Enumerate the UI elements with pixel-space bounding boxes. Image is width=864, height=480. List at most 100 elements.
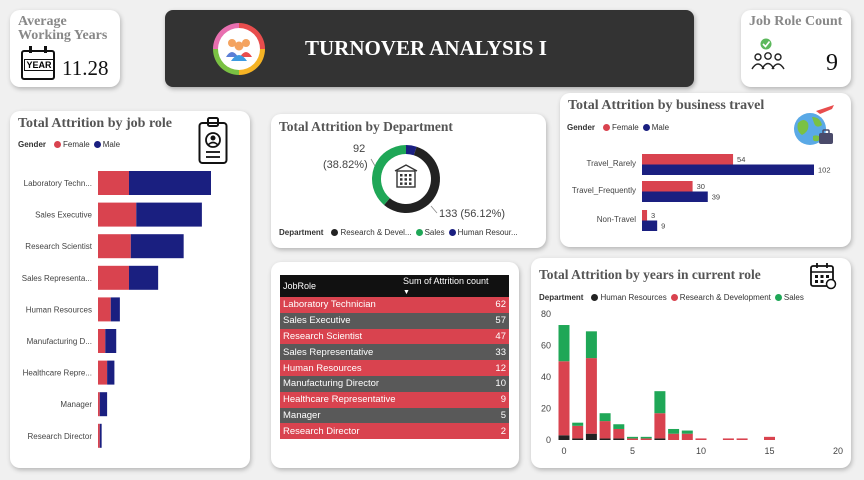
table-cell-count: 5 xyxy=(400,407,509,424)
bar-segment xyxy=(764,436,775,440)
table-cell-jobrole: Sales Representative xyxy=(280,344,400,361)
bar-male xyxy=(105,329,117,353)
bar-segment xyxy=(558,435,570,440)
data-label: 30 xyxy=(697,182,705,191)
bar-segment xyxy=(654,438,666,440)
building-icon-window xyxy=(400,178,403,181)
bar-female xyxy=(642,154,734,165)
bar-male xyxy=(642,220,658,231)
bar-segment xyxy=(599,421,611,439)
bar-segment xyxy=(736,438,748,440)
table-cell-jobrole: Laboratory Technician xyxy=(280,297,400,313)
kpi-value: 11.28 xyxy=(62,56,109,80)
legend-label-hr: Human Resour... xyxy=(457,228,518,237)
x-tick-label: 5 xyxy=(630,446,635,456)
table-cell-jobrole: Manager xyxy=(280,407,400,424)
bar-segment xyxy=(681,433,693,440)
chart-legend: Department Research & Devel... Sales Hum… xyxy=(279,228,518,237)
bar-segment xyxy=(681,430,693,434)
table-row[interactable]: Manager 5 xyxy=(280,407,509,424)
table-row[interactable]: Research Director 2 xyxy=(280,423,509,440)
bar-male xyxy=(107,360,115,385)
axis-tick-label: Travel_Rarely xyxy=(587,159,637,168)
table-row[interactable]: Sales Representative 33 xyxy=(280,344,509,361)
table-row[interactable]: Laboratory Technician 62 xyxy=(280,297,509,313)
table-header-attrition-label: Sum of Attrition count xyxy=(403,276,489,286)
bar-female xyxy=(642,181,693,192)
bar-female xyxy=(98,171,129,195)
legend-label-rnd: Research & Devel... xyxy=(340,228,412,237)
table-cell-count: 10 xyxy=(400,375,509,392)
donut-label-sales-pct: (38.82%) xyxy=(323,159,368,171)
team-icon xyxy=(213,23,265,75)
table-cell-count: 57 xyxy=(400,312,509,329)
bar-female xyxy=(98,360,108,385)
bar-segment xyxy=(572,422,584,426)
card-attrition-by-years-in-role: Total Attrition by years in current role… xyxy=(531,258,851,468)
axis-tick-label: Laboratory Techn... xyxy=(24,179,92,188)
card-attrition-table: JobRole Sum of Attrition count ▼ Laborato… xyxy=(271,262,519,468)
bar-segment xyxy=(572,438,584,440)
table-cell-count: 33 xyxy=(400,344,509,361)
building-icon-window xyxy=(400,174,403,177)
table-cell-jobrole: Research Director xyxy=(280,423,400,440)
table-cell-jobrole: Research Scientist xyxy=(280,328,400,345)
card-attrition-by-department: Total Attrition by Department 92 (38.82%… xyxy=(271,114,546,248)
table-cell-jobrole: Manufacturing Director xyxy=(280,375,400,392)
building-icon-window xyxy=(409,174,412,177)
bar-segment xyxy=(613,438,625,440)
axis-tick-label: Manufacturing D... xyxy=(27,337,92,346)
bar-female xyxy=(98,392,100,417)
bar-segment xyxy=(585,433,597,440)
table-cell-count: 62 xyxy=(400,297,509,313)
table-cell-jobrole: Healthcare Representative xyxy=(280,391,400,408)
building-icon-window xyxy=(400,182,403,185)
legend-swatch-sales xyxy=(415,229,423,236)
table-cell-count: 2 xyxy=(400,423,509,440)
table-header-attrition[interactable]: Sum of Attrition count ▼ xyxy=(400,275,509,297)
kpi-label-line1: Average xyxy=(18,14,67,29)
business-travel-bar-chart: Travel_Rarely 54 102 Travel_Frequently 30 39 N… xyxy=(572,154,831,231)
data-label: 9 xyxy=(661,222,665,231)
bar-segment xyxy=(558,361,570,436)
x-tick-label: 20 xyxy=(833,446,843,456)
calendar-icon-text: YEAR xyxy=(24,59,54,71)
donut-leader-line xyxy=(370,158,376,167)
data-label: 39 xyxy=(712,193,720,202)
table-row[interactable]: Research Scientist 47 xyxy=(280,328,509,345)
bar-segment xyxy=(613,424,625,429)
table-header-row: JobRole Sum of Attrition count ▼ xyxy=(280,275,509,297)
table-row[interactable]: Sales Executive 57 xyxy=(280,312,509,329)
bar-male xyxy=(110,297,120,322)
bar-segment xyxy=(558,325,570,362)
table-row[interactable]: Healthcare Representative 9 xyxy=(280,391,509,408)
donut-label-rnd: 133 (56.12%) xyxy=(439,208,506,220)
data-label: 102 xyxy=(818,166,831,175)
card-attrition-by-business-travel: Total Attrition by business travel Gende… xyxy=(560,93,851,247)
table-cell-jobrole: Sales Executive xyxy=(280,312,400,329)
calendar-icon: YEAR xyxy=(21,46,55,80)
table-row[interactable]: Human Resources 12 xyxy=(280,360,509,376)
table-row[interactable]: Manufacturing Director 10 xyxy=(280,375,509,392)
x-tick-label: 0 xyxy=(561,446,566,456)
axis-tick-label: Travel_Frequently xyxy=(572,186,636,195)
x-tick-label: 10 xyxy=(696,446,706,456)
bar-segment xyxy=(668,428,680,434)
bar-segment xyxy=(627,436,638,439)
people-check-icon xyxy=(751,38,785,70)
bar-male xyxy=(642,191,708,202)
bar-female xyxy=(98,329,106,353)
building-icon-window xyxy=(404,174,407,177)
bar-male xyxy=(136,202,202,227)
bar-female xyxy=(98,265,129,290)
table-header-jobrole[interactable]: JobRole xyxy=(280,275,400,297)
kpi-label: Job Role Count xyxy=(749,14,843,29)
building-icon-window xyxy=(409,178,412,181)
bar-segment xyxy=(640,438,652,440)
page-title: TURNOVER ANALYSIS I xyxy=(305,36,547,60)
building-icon-window xyxy=(404,182,407,185)
y-tick-label: 20 xyxy=(541,404,551,414)
axis-tick-label: Research Director xyxy=(28,432,93,441)
building-icon-roof xyxy=(394,164,418,172)
attrition-table: JobRole Sum of Attrition count ▼ Laborato… xyxy=(280,275,509,440)
